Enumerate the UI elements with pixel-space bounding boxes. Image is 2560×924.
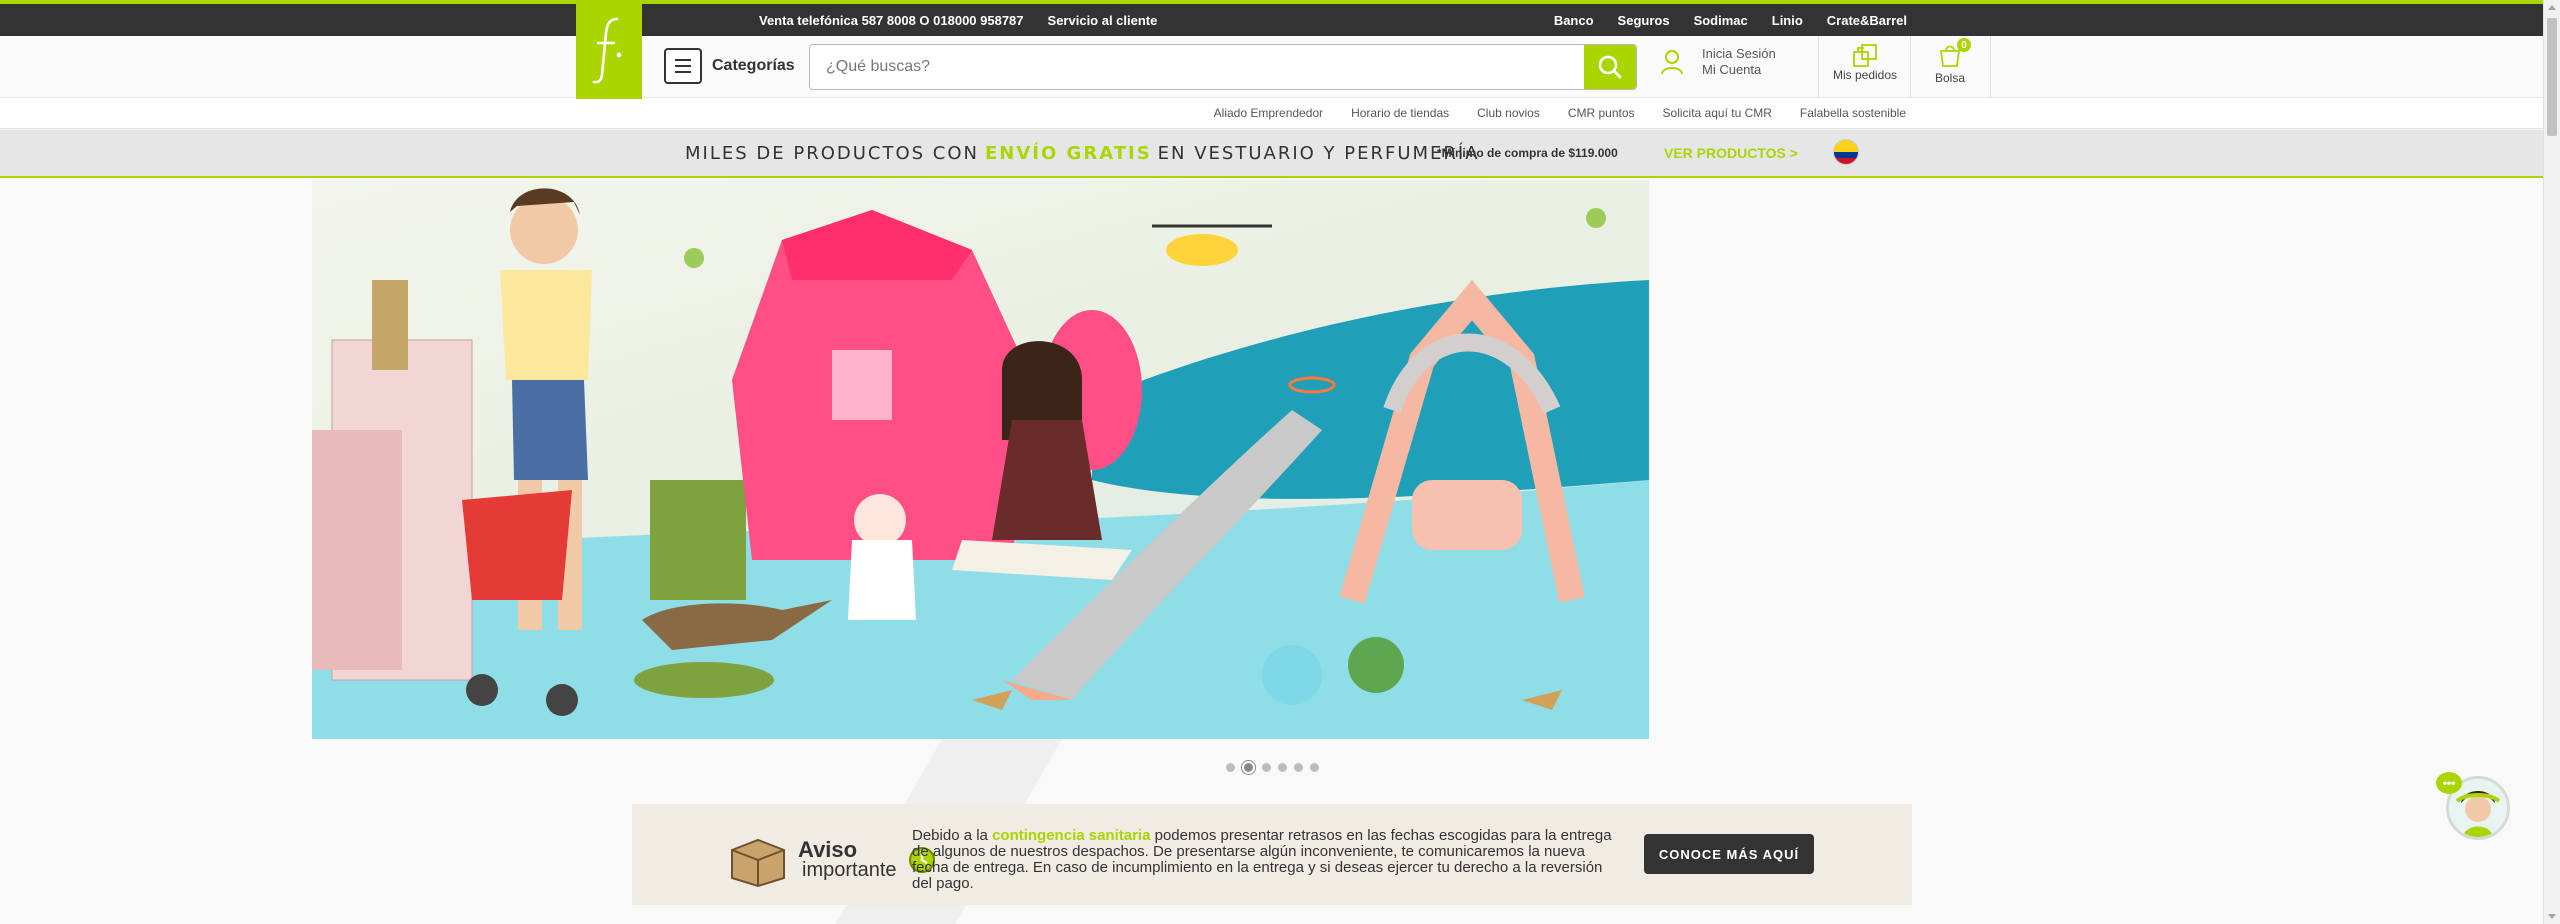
- notice-title-2: importante: [802, 859, 897, 881]
- secondary-nav: Aliado Emprendedor Horario de tiendas Cl…: [0, 98, 2560, 129]
- scroll-up-icon[interactable]: [2548, 5, 2556, 10]
- search-button[interactable]: [1584, 45, 1636, 89]
- carousel-dot-2[interactable]: [1242, 761, 1255, 774]
- notice-message-highlight: contingencia sanitaria: [992, 827, 1151, 844]
- falabella-f-logo-icon: [592, 17, 622, 84]
- phone-sales-link[interactable]: Venta telefónica 587 8008 O 018000 95878…: [759, 13, 1024, 28]
- scroll-down-icon[interactable]: [2548, 914, 2556, 919]
- toys-banner-image: [312, 188, 1649, 739]
- categories-button[interactable]: Categorías: [664, 48, 795, 84]
- free-shipping-banner: MILES DE PRODUCTOS CON ENVÍO GRATIS EN V…: [0, 130, 2560, 178]
- categories-label: Categorías: [712, 57, 795, 74]
- account-menu[interactable]: Inicia Sesión Mi Cuenta: [1660, 46, 1776, 78]
- main-header: Categorías Inicia Sesión Mi Cuenta Mis p…: [0, 36, 2560, 98]
- package-icon: [731, 838, 785, 888]
- hero-banner[interactable]: [312, 180, 1649, 739]
- carousel-dot-1[interactable]: [1226, 763, 1235, 772]
- orders-icon: [1853, 44, 1877, 67]
- bag-count-badge: 0: [1957, 38, 1971, 52]
- subnav-falabella-sostenible[interactable]: Falabella sostenible: [1800, 106, 1906, 120]
- account-label: Mi Cuenta: [1702, 62, 1762, 77]
- divider: [1910, 36, 1911, 98]
- search-bar: [809, 44, 1637, 90]
- carousel-dot-5[interactable]: [1294, 763, 1303, 772]
- promo-text-after: EN VESTUARIO Y PERFUMERÍA: [1157, 142, 1480, 164]
- bag-label: Bolsa: [1934, 71, 1966, 85]
- carousel-dot-4[interactable]: [1278, 763, 1287, 772]
- top-bar: Venta telefónica 587 8008 O 018000 95878…: [0, 0, 2560, 36]
- notice-message-before: Debido a la: [912, 827, 988, 844]
- promo-minimum: *Mínimo de compra de $119.000: [1437, 146, 1618, 160]
- search-input[interactable]: [810, 45, 1584, 89]
- promo-text: MILES DE PRODUCTOS CON ENVÍO GRATIS EN V…: [685, 130, 1480, 176]
- menu-icon: [664, 48, 702, 84]
- search-icon: [1598, 55, 1622, 79]
- important-notice: Aviso importante Debido a la contingenci…: [632, 804, 1912, 905]
- notice-title: Aviso importante: [728, 832, 937, 888]
- my-orders-button[interactable]: Mis pedidos: [1822, 42, 1908, 82]
- divider: [1818, 36, 1819, 98]
- carousel-dots: [1226, 761, 1319, 774]
- divider: [1990, 36, 1991, 98]
- page-scrollbar[interactable]: [2543, 0, 2560, 924]
- subnav-aliado-emprendedor[interactable]: Aliado Emprendedor: [1214, 106, 1323, 120]
- notice-message: Debido a la contingencia sanitaria podem…: [912, 828, 1622, 892]
- topbar-link-sodimac[interactable]: Sodimac: [1694, 13, 1748, 28]
- view-products-link[interactable]: VER PRODUCTOS >: [1664, 130, 1798, 176]
- notice-title-1: Aviso: [798, 837, 858, 862]
- colombia-flag-icon[interactable]: [1833, 139, 1859, 165]
- scrollbar-thumb[interactable]: [2547, 18, 2557, 136]
- user-icon: [1661, 50, 1683, 75]
- bag-button[interactable]: 0 Bolsa: [1912, 38, 1988, 85]
- orders-label: Mis pedidos: [1832, 68, 1898, 82]
- promo-text-before: MILES DE PRODUCTOS CON: [685, 142, 979, 164]
- subnav-horario-tiendas[interactable]: Horario de tiendas: [1351, 106, 1449, 120]
- topbar-link-banco[interactable]: Banco: [1554, 13, 1594, 28]
- topbar-link-linio[interactable]: Linio: [1772, 13, 1803, 28]
- promo-highlight: ENVÍO GRATIS: [985, 142, 1152, 164]
- chat-bubble-icon[interactable]: •••: [2436, 772, 2462, 794]
- carousel-dot-6[interactable]: [1310, 763, 1319, 772]
- topbar-link-seguros[interactable]: Seguros: [1618, 13, 1670, 28]
- learn-more-button[interactable]: CONOCE MÁS AQUÍ: [1644, 834, 1814, 874]
- carousel-dot-3[interactable]: [1262, 763, 1271, 772]
- topbar-link-crate-barrel[interactable]: Crate&Barrel: [1827, 13, 1907, 28]
- account-login-label: Inicia Sesión: [1702, 46, 1776, 61]
- subnav-club-novios[interactable]: Club novios: [1477, 106, 1540, 120]
- falabella-logo[interactable]: [576, 0, 642, 99]
- subnav-solicita-cmr[interactable]: Solicita aquí tu CMR: [1663, 106, 1772, 120]
- customer-service-link[interactable]: Servicio al cliente: [1048, 13, 1158, 28]
- subnav-cmr-puntos[interactable]: CMR puntos: [1568, 106, 1635, 120]
